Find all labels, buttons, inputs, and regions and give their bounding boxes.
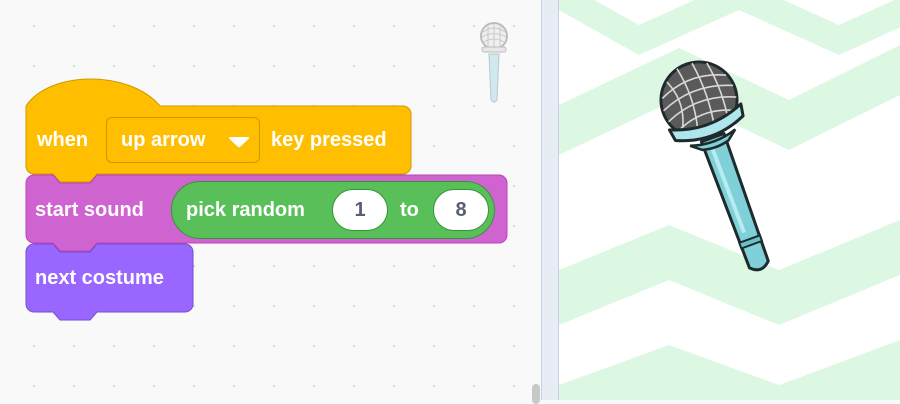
next-costume-label: next costume bbox=[35, 267, 164, 289]
pick-random-reporter[interactable]: pick random 1 to 8 bbox=[171, 181, 495, 239]
key-pressed-label: key pressed bbox=[271, 129, 387, 151]
stage[interactable] bbox=[559, 0, 900, 400]
stage-divider[interactable] bbox=[541, 0, 559, 400]
to-label: to bbox=[400, 199, 419, 221]
start-sound-label: start sound bbox=[35, 199, 144, 221]
key-dropdown-value: up arrow bbox=[121, 129, 206, 151]
code-area-scrollbar[interactable] bbox=[532, 384, 540, 404]
chevron-down-icon bbox=[228, 137, 250, 148]
when-label: when bbox=[37, 129, 89, 151]
random-from-input[interactable]: 1 bbox=[332, 189, 388, 231]
microphone-icon[interactable] bbox=[559, 0, 900, 400]
code-area[interactable]: when up arrow key pressed start sound pi… bbox=[0, 0, 541, 404]
key-dropdown[interactable]: up arrow bbox=[106, 117, 260, 163]
pick-random-label: pick random bbox=[186, 199, 305, 221]
random-to-input[interactable]: 8 bbox=[433, 189, 489, 231]
